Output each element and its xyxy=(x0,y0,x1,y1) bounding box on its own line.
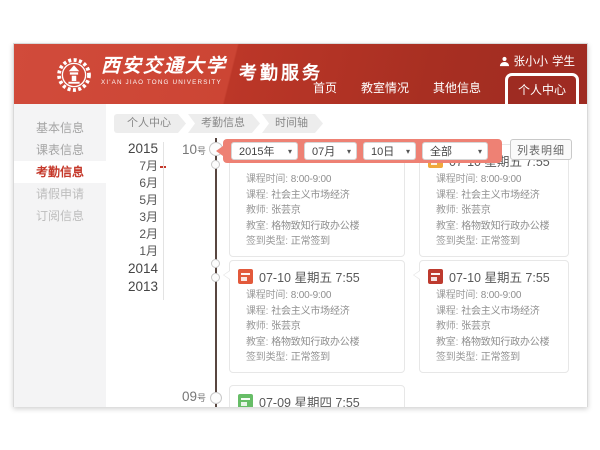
breadcrumb: 个人中心 考勤信息 时间轴 xyxy=(114,114,325,133)
university-name-en: XI'AN JIAO TONG UNIVERSITY xyxy=(101,79,227,86)
filter-bar-tail xyxy=(216,146,223,156)
nav-tab-personal-center-active[interactable]: 个人中心 xyxy=(505,73,579,104)
top-nav: 首页 教室情况 其他信息 个人中心 xyxy=(313,73,579,104)
calendar-event-icon xyxy=(238,269,253,284)
user-info[interactable]: 张小小 学生 xyxy=(499,53,576,69)
main-panel: 个人中心 考勤信息 时间轴 2015 7月 6月 5月 3月 2月 1月 201… xyxy=(106,104,587,407)
university-logo-block: 西安交通大学 XI'AN JIAO TONG UNIVERSITY 考勤服务 xyxy=(56,55,323,93)
attendance-card: 07-10 星期五 7:55 课程时间:8:00-9:00 课程:社会主义市场经… xyxy=(419,260,569,373)
yearnav-july-active[interactable]: 7月 xyxy=(112,158,158,175)
timeline-dot xyxy=(210,392,222,404)
nav-item-classrooms[interactable]: 教室情况 xyxy=(361,79,409,104)
breadcrumb-personal-center[interactable]: 个人中心 xyxy=(114,114,186,133)
chevron-down-icon: ▾ xyxy=(347,147,351,156)
university-gear-logo-icon xyxy=(56,57,92,93)
yearnav-june[interactable]: 6月 xyxy=(112,175,158,192)
chevron-down-icon: ▾ xyxy=(288,147,292,156)
filter-bar: 2015年 ▾ 07月 ▾ 10日 ▾ 全部 ▾ xyxy=(223,139,502,163)
breadcrumb-attendance-info[interactable]: 考勤信息 xyxy=(188,114,260,133)
day-marker-10: 10号 xyxy=(164,141,206,159)
event-date: 07-09 星期四 7:55 xyxy=(259,392,360,408)
list-detail-button[interactable]: 列表明细 xyxy=(510,139,572,160)
day-marker-09: 09号 xyxy=(164,388,206,406)
yearnav-2014[interactable]: 2014 xyxy=(112,260,158,278)
year-select[interactable]: 2015年 ▾ xyxy=(231,142,298,160)
stamp-event-icon xyxy=(428,269,443,284)
sidebar: 基本信息 课表信息 考勤信息 请假申请 订阅信息 xyxy=(14,104,106,407)
university-name-cn: 西安交通大学 xyxy=(101,55,227,78)
timeline-year-nav: 2015 7月 6月 5月 3月 2月 1月 2014 2013 xyxy=(112,140,158,296)
timeline-dot xyxy=(211,160,220,169)
sidebar-item-basic-info[interactable]: 基本信息 xyxy=(14,117,106,139)
breadcrumb-timeline[interactable]: 时间轴 xyxy=(262,114,323,133)
user-role: 学生 xyxy=(552,53,575,69)
attendance-card: 07-10 星期五 7:55 课程时间:8:00-9:00 课程:社会主义市场经… xyxy=(229,260,405,373)
yearnav-divider xyxy=(163,142,164,300)
yearnav-2015[interactable]: 2015 xyxy=(112,140,158,158)
sidebar-item-subscription-info[interactable]: 订阅信息 xyxy=(14,205,106,227)
calendar-event-icon xyxy=(238,394,253,408)
yearnav-january[interactable]: 1月 xyxy=(112,243,158,260)
person-icon xyxy=(499,56,510,67)
sidebar-item-attendance-info[interactable]: 考勤信息 xyxy=(14,161,106,183)
timeline-dot xyxy=(211,259,220,268)
yearnav-2013[interactable]: 2013 xyxy=(112,278,158,296)
chevron-down-icon: ▾ xyxy=(406,147,410,156)
service-title: 考勤服务 xyxy=(239,59,323,85)
yearnav-march[interactable]: 3月 xyxy=(112,209,158,226)
timeline-dot xyxy=(211,273,220,282)
nav-item-home[interactable]: 首页 xyxy=(313,79,337,104)
sidebar-item-schedule-info[interactable]: 课表信息 xyxy=(14,139,106,161)
type-select[interactable]: 全部 ▾ xyxy=(422,142,488,160)
app-header: 西安交通大学 XI'AN JIAO TONG UNIVERSITY 考勤服务 张… xyxy=(14,44,587,104)
yearnav-may[interactable]: 5月 xyxy=(112,192,158,209)
attendance-card: 07-09 星期四 7:55 xyxy=(229,385,405,407)
event-date: 07-10 星期五 7:55 xyxy=(259,267,360,286)
yearnav-february[interactable]: 2月 xyxy=(112,226,158,243)
chevron-down-icon: ▾ xyxy=(478,147,482,156)
month-select[interactable]: 07月 ▾ xyxy=(304,142,357,160)
nav-item-other-info[interactable]: 其他信息 xyxy=(433,79,481,104)
event-date: 07-10 星期五 7:55 xyxy=(449,267,550,286)
sidebar-item-leave-request[interactable]: 请假申请 xyxy=(14,183,106,205)
day-select[interactable]: 10日 ▾ xyxy=(363,142,416,160)
user-name: 张小小 xyxy=(514,53,549,69)
app-window: 西安交通大学 XI'AN JIAO TONG UNIVERSITY 考勤服务 张… xyxy=(13,43,588,407)
